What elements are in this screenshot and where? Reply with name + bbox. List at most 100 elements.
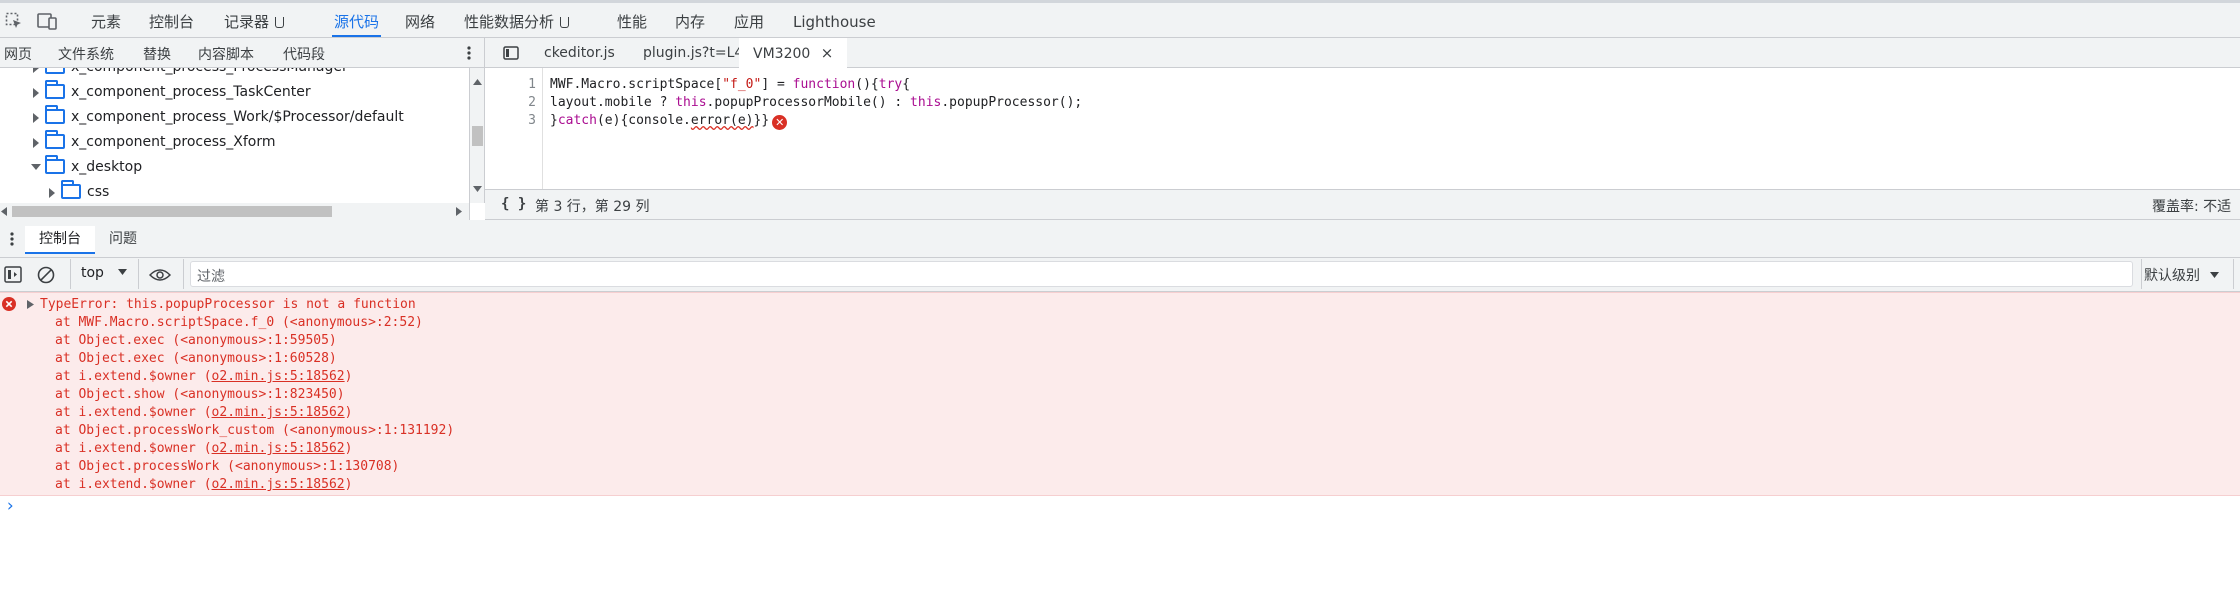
editor-tab-vm3200[interactable]: VM3200 × [739, 38, 848, 68]
editor-tab-ckeditor[interactable]: ckeditor.js [538, 38, 621, 68]
nav-tab-content-scripts[interactable]: 内容脚本 [198, 44, 254, 64]
live-expression-eye-icon[interactable] [149, 268, 171, 282]
code-editor[interactable]: 1 2 3 MWF.Macro.scriptSpace["f_0"] = fun… [485, 68, 2240, 189]
tree-item[interactable]: css [0, 180, 469, 203]
tab-application[interactable]: 应用 [734, 10, 764, 37]
nav-tab-snippets[interactable]: 代码段 [283, 44, 325, 64]
tab-lighthouse[interactable]: Lighthouse [793, 10, 876, 37]
tree-item-label: x_component_process_ProcessManager [71, 68, 348, 79]
source-link[interactable]: o2.min.js:5:18562 [212, 477, 345, 492]
log-level-dropdown[interactable]: 默认级别 [2144, 265, 2220, 285]
tree-item[interactable]: x_component_process_TaskCenter [0, 80, 469, 104]
filter-placeholder: 过滤 [197, 269, 225, 285]
show-sidebar-icon[interactable] [4, 266, 22, 283]
tree-item[interactable]: x_component_process_Work/$Processor/defa… [0, 105, 469, 129]
stack-frame: at Object.show (<anonymous>:1:823450) [55, 387, 345, 402]
experiment-flask-icon [560, 17, 570, 28]
navigator-horizontal-scrollbar[interactable] [0, 203, 470, 220]
coverage-status[interactable]: 覆盖率: 不适 [2152, 196, 2231, 216]
scroll-left-arrow-icon[interactable] [1, 207, 7, 216]
tab-performance[interactable]: 性能 [617, 10, 647, 37]
drawer-menu-icon[interactable] [10, 231, 14, 247]
drawer-tab-console[interactable]: 控制台 [25, 226, 95, 254]
folder-icon [61, 180, 81, 199]
experiment-flask-icon [275, 17, 285, 28]
tab-elements[interactable]: 元素 [91, 10, 121, 37]
tree-item[interactable]: x_component_process_ProcessManager [0, 68, 469, 79]
clear-console-icon[interactable] [37, 266, 55, 284]
editor-status-bar: { } 第 3 行，第 29 列 覆盖率: 不适 [485, 189, 2240, 220]
navigator-vertical-scrollbar[interactable] [470, 68, 485, 203]
tab-network[interactable]: 网络 [405, 10, 435, 37]
code-line-2[interactable]: layout.mobile ? this.popupProcessorMobil… [550, 95, 1082, 110]
stack-frame: at Object.exec (<anonymous>:1:59505) [55, 333, 337, 348]
nav-tab-page[interactable]: 网页 [4, 44, 32, 64]
tree-item-label: x_component_process_TaskCenter [71, 84, 311, 100]
tab-memory[interactable]: 内存 [675, 10, 705, 37]
navigator-tabbar: 网页 文件系统 替换 内容脚本 代码段 [0, 38, 485, 68]
error-icon [2, 297, 16, 311]
tab-recorder-label: 记录器 [224, 13, 270, 31]
stack-frame: at i.extend.$owner (o2.min.js:5:18562) [55, 441, 353, 456]
scrollbar-thumb[interactable] [472, 126, 483, 146]
line-number[interactable]: 3 [528, 113, 536, 128]
inspect-element-icon[interactable] [5, 12, 23, 30]
code-line-3[interactable]: }catch(e){console.error(e)}} ✕ [550, 113, 788, 130]
log-level-value: 默认级别 [2144, 268, 2200, 284]
console-prompt-icon[interactable]: › [5, 496, 15, 516]
scroll-up-arrow-icon[interactable] [473, 79, 482, 85]
nav-tab-filesystem[interactable]: 文件系统 [58, 44, 114, 64]
console-filter-input[interactable]: 过滤 [190, 261, 2133, 287]
tab-recorder[interactable]: 记录器 [224, 10, 285, 37]
source-link[interactable]: o2.min.js:5:18562 [212, 441, 345, 456]
stack-frame: at i.extend.$owner (o2.min.js:5:18562) [55, 477, 353, 492]
expand-arrow-icon[interactable] [33, 138, 39, 148]
tab-sources[interactable]: 源代码 [332, 10, 382, 37]
console-error-message[interactable]: TypeError: this.popupProcessor is not a … [0, 292, 2240, 496]
toggle-navigator-icon[interactable] [503, 46, 519, 60]
scroll-down-arrow-icon[interactable] [473, 186, 482, 192]
folder-icon [45, 155, 65, 174]
error-marker-icon[interactable]: ✕ [772, 115, 788, 130]
scroll-right-arrow-icon[interactable] [456, 207, 462, 216]
tab-performance-insights-label: 性能数据分析 [464, 13, 555, 31]
stack-frame: at MWF.Macro.scriptSpace.f_0 (<anonymous… [55, 315, 423, 330]
nav-tab-overrides[interactable]: 替换 [143, 44, 171, 64]
collapse-arrow-icon[interactable] [31, 164, 41, 170]
stack-frame: at Object.exec (<anonymous>:1:60528) [55, 351, 337, 366]
source-link[interactable]: o2.min.js:5:18562 [212, 369, 345, 384]
tree-item[interactable]: x_component_process_Xform [0, 130, 469, 154]
tree-item-label: x_component_process_Xform [71, 134, 276, 150]
context-selector[interactable]: top [81, 265, 128, 281]
error-title: TypeError: this.popupProcessor is not a … [40, 297, 416, 312]
tab-performance-insights[interactable]: 性能数据分析 [464, 10, 570, 37]
expand-arrow-icon[interactable] [49, 188, 55, 198]
line-number[interactable]: 2 [528, 95, 536, 110]
folder-icon [45, 130, 65, 149]
stack-frame: at i.extend.$owner (o2.min.js:5:18562) [55, 369, 353, 384]
expand-arrow-icon[interactable] [33, 113, 39, 123]
more-options-icon[interactable] [466, 45, 472, 61]
editor-tab-label: VM3200 [753, 46, 811, 62]
expand-error-arrow-icon[interactable] [27, 300, 34, 309]
drawer-tab-issues[interactable]: 问题 [109, 226, 137, 254]
line-number[interactable]: 1 [528, 77, 536, 92]
console-toolbar: top 过滤 默认级别 [0, 258, 2240, 292]
tree-item[interactable]: x_desktop [0, 155, 469, 179]
chevron-down-icon [118, 269, 128, 275]
drawer-tabbar: 控制台 问题 [0, 220, 2240, 258]
code-line-1[interactable]: MWF.Macro.scriptSpace["f_0"] = function(… [550, 77, 910, 92]
console-input[interactable] [22, 498, 2232, 518]
tab-console[interactable]: 控制台 [149, 10, 194, 37]
editor-tabbar: ckeditor.js plugin.js?t=L4KA VM3200 × [485, 38, 2240, 68]
source-link[interactable]: o2.min.js:5:18562 [212, 405, 345, 420]
tree-item-label: x_component_process_Work/$Processor/defa… [71, 109, 404, 125]
file-tree: x_component_process_ProcessManager x_com… [0, 68, 470, 203]
context-selector-value: top [81, 265, 104, 281]
scrollbar-thumb[interactable] [12, 206, 332, 217]
pretty-print-icon[interactable]: { } [501, 196, 526, 212]
folder-icon [45, 80, 65, 99]
expand-arrow-icon[interactable] [33, 88, 39, 98]
device-toolbar-icon[interactable] [37, 12, 57, 30]
close-tab-icon[interactable]: × [821, 44, 834, 62]
